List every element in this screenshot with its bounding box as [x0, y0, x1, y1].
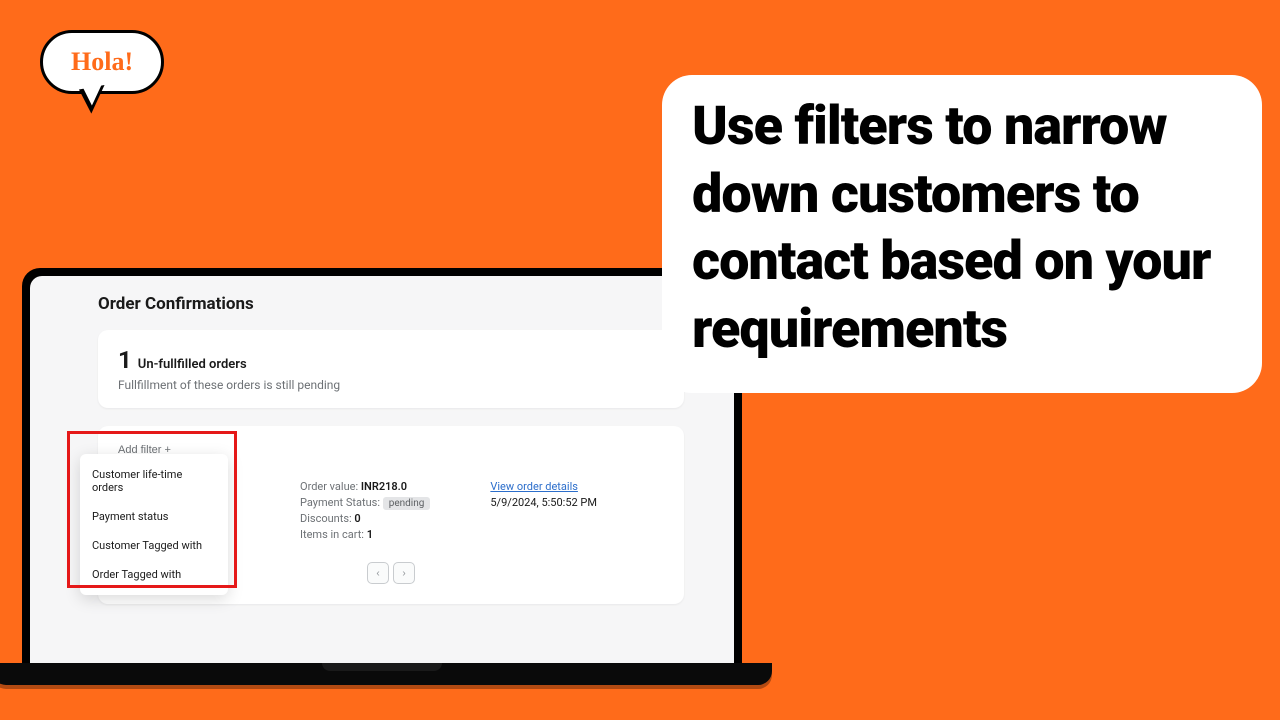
stats-label: Un-fullfilled orders [138, 357, 247, 372]
callout-box: Use filters to narrow down customers to … [662, 75, 1262, 393]
order-value-label: Order value: [300, 480, 361, 493]
laptop-screen: Order Confirmations 1 Un-fullfilled orde… [22, 268, 742, 663]
laptop-mockup: Order Confirmations 1 Un-fullfilled orde… [22, 268, 742, 685]
pagination-prev-button[interactable]: ‹ [367, 562, 389, 584]
payment-status-badge: pending [383, 497, 431, 510]
filter-option-lifetime-orders[interactable]: Customer life-time orders [80, 460, 228, 502]
payment-status-row: Payment Status: pending [300, 496, 430, 509]
discounts-row: Discounts: 0 [300, 512, 430, 525]
speech-bubble-tail [79, 85, 109, 115]
pagination-next-button[interactable]: › [393, 562, 415, 584]
orders-card: Add filter + Customer life-time orders P… [98, 426, 684, 604]
order-timestamp: 5/9/2024, 5:50:52 PM [490, 496, 597, 509]
items-label: Items in cart: [300, 528, 367, 541]
stats-count: 1 [118, 346, 132, 374]
speech-bubble: Hola! [40, 30, 164, 94]
order-value-row: Order value: INR218.0 [300, 480, 430, 493]
filter-option-customer-tagged[interactable]: Customer Tagged with [80, 531, 228, 560]
stats-header: 1 Un-fullfilled orders [118, 346, 664, 374]
callout-text: Use filters to narrow down customers to … [692, 93, 1232, 363]
order-detail-right: View order details 5/9/2024, 5:50:52 PM [490, 480, 597, 544]
discounts-label: Discounts: [300, 512, 354, 525]
order-value: INR218.0 [361, 480, 407, 493]
filter-option-payment-status[interactable]: Payment status [80, 502, 228, 531]
filter-option-order-tagged[interactable]: Order Tagged with [80, 560, 228, 589]
speech-bubble-text: Hola! [71, 47, 133, 76]
stats-description: Fullfillment of these orders is still pe… [118, 378, 664, 392]
order-detail-left: Order value: INR218.0 Payment Status: pe… [300, 480, 430, 544]
items-row: Items in cart: 1 [300, 528, 430, 541]
items-value: 1 [367, 528, 373, 541]
discounts-value: 0 [354, 512, 360, 525]
view-order-details-link[interactable]: View order details [490, 480, 578, 493]
view-details-row: View order details [490, 480, 597, 493]
order-details: Order value: INR218.0 Payment Status: pe… [300, 480, 664, 544]
page-title: Order Confirmations [98, 294, 684, 314]
stats-card: 1 Un-fullfilled orders Fullfillment of t… [98, 330, 684, 408]
laptop-notch [322, 663, 442, 671]
app-viewport: Order Confirmations 1 Un-fullfilled orde… [30, 276, 734, 663]
payment-status-label: Payment Status: [300, 496, 383, 509]
laptop-base [0, 663, 772, 685]
filter-dropdown: Customer life-time orders Payment status… [80, 454, 228, 595]
